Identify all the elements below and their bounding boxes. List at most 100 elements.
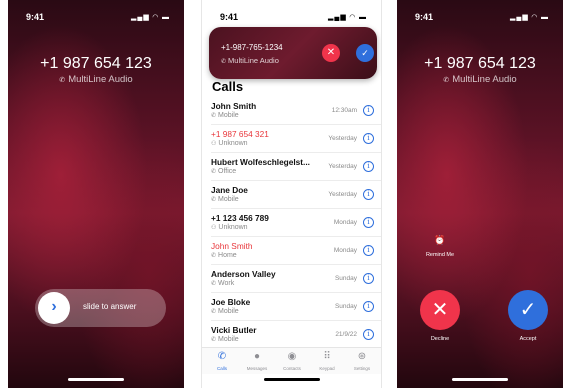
banner-caller-number: +1-987-765-1234 [221, 43, 283, 52]
banner-line-label: MultiLine Audio [228, 56, 279, 65]
status-bar: 9:41 ▂▄▆ ◠ ▬ [397, 12, 563, 26]
call-type: ⚇ Unknown [211, 224, 248, 231]
call-type-label: Work [218, 280, 235, 287]
info-icon[interactable]: i [363, 245, 374, 256]
decline-action[interactable]: ✕ Decline [418, 290, 462, 342]
incoming-call-banner[interactable]: +1-987-765-1234 ✆ MultiLine Audio ✕ ✓ [209, 27, 377, 79]
home-indicator[interactable] [452, 378, 508, 381]
tab-messages[interactable]: ● Messages [239, 351, 275, 371]
call-type: ✆ Office [211, 168, 236, 175]
call-time: Yesterday [328, 163, 357, 170]
call-name: John Smith [211, 101, 257, 111]
signal-wifi-battery-icon: ▂▄▆ ◠ ▬ [510, 14, 549, 21]
home-indicator[interactable] [68, 378, 124, 381]
call-type-label: Office [218, 168, 237, 175]
phone-icon: ✆ [221, 59, 227, 65]
phone-icon: ✆ [211, 113, 217, 119]
info-icon[interactable]: i [363, 133, 374, 144]
call-type-label: Mobile [218, 112, 239, 119]
call-name: Jane Doe [211, 185, 248, 195]
call-type-label: Mobile [218, 308, 239, 315]
phone-icon: ✆ [211, 197, 217, 203]
call-type-label: Unknown [218, 224, 248, 231]
phone-icon: ✆ [211, 169, 217, 175]
call-row[interactable]: John Smith ✆ Home Monday i [211, 237, 381, 265]
call-row[interactable]: Anderson Valley ✆ Work Sunday i [211, 265, 381, 293]
call-type: ⚇ Unknown [211, 140, 248, 147]
call-time: 21/9/22 [335, 331, 357, 338]
phone-icon: ✆ [211, 281, 217, 287]
tab-keypad[interactable]: ⠿ Keypad [309, 351, 345, 371]
call-row[interactable]: Jane Doe ✆ Mobile Yesterday i [211, 181, 381, 209]
calls-screen: 9:41 ▂▄▆ ◠ ▬ +1-987-765-1234 ✆ MultiLine … [201, 0, 382, 388]
call-time: Yesterday [328, 135, 357, 142]
accept-action[interactable]: ✓ Accept [506, 290, 550, 342]
tab-calls[interactable]: ✆ Calls [204, 351, 240, 371]
call-row[interactable]: Vicki Butler ✆ Mobile 21/9/22 i [211, 321, 381, 349]
phone-icon: ✆ [217, 351, 227, 362]
call-type: ✆ Mobile [211, 112, 239, 119]
call-type: ✆ Mobile [211, 336, 239, 343]
call-type: ✆ Home [211, 252, 237, 259]
tab-bar: ✆ Calls ● Messages ◉ Contacts ⠿ Keypad ⊛… [202, 347, 381, 374]
info-icon[interactable]: i [363, 105, 374, 116]
banner-decline-x-icon[interactable]: ✕ [322, 44, 340, 62]
status-bar: 9:41 ▂▄▆ ◠ ▬ [202, 12, 381, 26]
caller-line: ✆ MultiLine Audio [8, 74, 184, 85]
slide-knob-chevron-right-icon[interactable]: › [38, 292, 70, 324]
caller-number: +1 987 654 123 [40, 55, 152, 72]
call-row[interactable]: Hubert Wolfeschlegelst... ✆ Office Yesterda… [211, 153, 381, 181]
call-type: ✆ Mobile [211, 196, 239, 203]
caller-line-label: MultiLine Audio [452, 74, 517, 85]
info-icon[interactable]: i [363, 273, 374, 284]
decline-x-icon[interactable]: ✕ [420, 290, 460, 330]
banner-accept-check-icon[interactable]: ✓ [356, 44, 374, 62]
signal-wifi-battery-icon: ▂▄▆ ◠ ▬ [131, 14, 170, 21]
settings-icon: ⊛ [357, 351, 367, 362]
person-icon: ⚇ [211, 225, 217, 231]
call-type-label: Mobile [218, 196, 239, 203]
accept-check-icon[interactable]: ✓ [508, 290, 548, 330]
call-row[interactable]: +1 987 654 321 ⚇ Unknown Yesterday i [211, 125, 381, 153]
phone-icon: ✆ [211, 337, 217, 343]
phone-icon: ✆ [443, 77, 450, 84]
status-time: 9:41 [415, 12, 434, 22]
call-time: Yesterday [328, 191, 357, 198]
call-row[interactable]: +1 123 456 789 ⚇ Unknown Monday i [211, 209, 381, 237]
call-name: +1 987 654 321 [211, 129, 269, 139]
stage: 9:41 ▂▄▆ ◠ ▬ +1 987 654 123 ✆ MultiLine A… [0, 0, 563, 388]
tab-contacts[interactable]: ◉ Contacts [274, 351, 310, 371]
call-name: +1 123 456 789 [211, 213, 269, 223]
call-type-label: Unknown [218, 140, 248, 147]
page-title: Calls [212, 79, 244, 94]
info-icon[interactable]: i [363, 189, 374, 200]
person-icon: ✆ [211, 253, 217, 259]
call-name: Hubert Wolfeschlegelst... [211, 157, 310, 167]
tab-settings[interactable]: ⊛ Settings [344, 351, 380, 371]
info-icon[interactable]: i [363, 161, 374, 172]
call-type: ✆ Work [211, 280, 234, 287]
call-row[interactable]: John Smith ✆ Mobile 12:30am i [211, 97, 381, 125]
remind-me-button[interactable]: ⏰ Remind Me [415, 235, 465, 258]
slide-to-answer-label: slide to answer [83, 302, 137, 311]
call-type-label: Home [218, 252, 237, 259]
tab-label: Keypad [319, 366, 335, 371]
home-indicator[interactable] [263, 378, 320, 381]
person-icon: ⚇ [211, 141, 217, 147]
phone-icon: ✆ [211, 309, 217, 315]
info-icon[interactable]: i [363, 217, 374, 228]
info-icon[interactable]: i [363, 329, 374, 340]
status-time: 9:41 [220, 12, 239, 22]
call-name: Joe Bloke [211, 297, 251, 307]
call-row[interactable]: Joe Bloke ✆ Mobile Sunday i [211, 293, 381, 321]
call-time: Sunday [334, 303, 357, 310]
call-name: Vicki Butler [211, 325, 257, 335]
call-list: John Smith ✆ Mobile 12:30am i +1 987 654 321 ⚇… [202, 97, 381, 349]
slide-to-answer-track[interactable]: › slide to answer [35, 289, 166, 327]
caller-line-label: MultiLine Audio [68, 74, 133, 85]
incoming-call-unlocked-screen: 9:41 ▂▄▆ ◠ ▬ +1 987 654 123 ✆ MultiLine A… [397, 0, 563, 388]
tab-label: Messages [246, 366, 268, 371]
info-icon[interactable]: i [363, 301, 374, 312]
tab-label: Contacts [283, 366, 301, 371]
decline-label: Decline [430, 336, 450, 342]
